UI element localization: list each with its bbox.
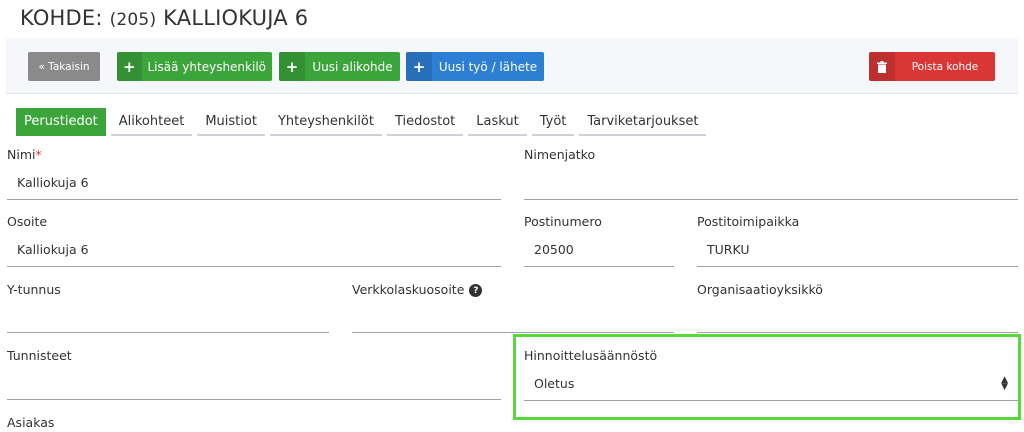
question-circle-icon[interactable]: ? (469, 284, 483, 297)
tags-label: Tunnisteet (7, 348, 72, 363)
add-contact-label: Lisää yhteyshenkilö (147, 59, 267, 74)
name-label-text: Nimi (7, 147, 36, 162)
address-input[interactable]: Kalliokuja 6 (7, 233, 501, 267)
tab-tiedostot[interactable]: Tiedostot (386, 108, 464, 136)
e-invoice-input[interactable] (352, 299, 674, 333)
name-label: Nimi* (7, 147, 42, 162)
tags-input[interactable] (7, 366, 501, 400)
new-job-button[interactable]: + Uusi työ / lähete (406, 52, 544, 81)
org-unit-label: Organisaatioyksikkö (697, 282, 823, 297)
delete-target-label: Poista kohde (911, 60, 979, 73)
delete-target-button[interactable]: Poista kohde (869, 52, 995, 81)
pricing-rules-value: Oletus (534, 376, 575, 391)
e-invoice-label-text: Verkkolaskuosoite (352, 282, 465, 297)
required-mark: * (35, 147, 42, 162)
tab-bar: Perustiedot Alikohteet Muistiot Yhteyshe… (16, 108, 711, 136)
tab-tyot[interactable]: Työt (531, 108, 575, 136)
back-button-label: Takaisin (48, 60, 90, 73)
new-subtarget-label: Uusi alikohde (312, 59, 393, 74)
plus-icon: + (279, 52, 305, 81)
tab-yhteyshenkilot[interactable]: Yhteyshenkilöt (269, 108, 382, 136)
e-invoice-label: Verkkolaskuosoite? (352, 282, 483, 297)
address-label: Osoite (7, 214, 48, 229)
new-job-label: Uusi työ / lähete (438, 59, 538, 74)
name-input[interactable]: Kalliokuja 6 (7, 166, 501, 200)
name-ext-label: Nimenjatko (524, 147, 596, 162)
action-toolbar: « Takaisin + Lisää yhteyshenkilö + Uusi … (6, 38, 1018, 94)
double-chevron-left-icon: « (38, 60, 46, 73)
page-title: KOHDE: (205) KALLIOKUJA 6 (20, 6, 308, 30)
org-unit-input[interactable] (697, 299, 1018, 333)
title-code: (205) (109, 10, 157, 30)
tab-perustiedot[interactable]: Perustiedot (16, 108, 106, 136)
add-contact-button[interactable]: + Lisää yhteyshenkilö (117, 52, 272, 81)
plus-icon: + (406, 52, 432, 81)
pricing-rules-label: Hinnoittelusäännöstö (524, 348, 658, 363)
title-prefix: KOHDE: (20, 6, 103, 30)
sort-arrows-icon: ▲ ▼ (1001, 374, 1008, 392)
name-ext-input[interactable] (524, 166, 1018, 200)
trash-icon-svg (877, 60, 887, 73)
city-label: Postitoimipaikka (697, 214, 800, 229)
tab-tarviketarjoukset[interactable]: Tarviketarjoukset (579, 108, 707, 136)
business-id-input[interactable] (7, 299, 329, 333)
pricing-rules-select[interactable]: Oletus ▲ ▼ (524, 367, 1018, 401)
tab-laskut[interactable]: Laskut (468, 108, 527, 136)
city-input[interactable]: TURKU (697, 233, 1018, 267)
title-name: KALLIOKUJA 6 (163, 6, 309, 30)
plus-icon: + (117, 52, 142, 81)
postal-code-input[interactable]: 20500 (524, 233, 674, 267)
business-id-label: Y-tunnus (7, 282, 61, 297)
new-subtarget-button[interactable]: + Uusi alikohde (279, 52, 400, 81)
postal-code-label: Postinumero (524, 214, 602, 229)
trash-icon (869, 52, 895, 81)
tab-muistiot[interactable]: Muistiot (197, 108, 265, 136)
back-button[interactable]: « Takaisin (28, 52, 100, 81)
customer-label: Asiakas (7, 415, 55, 430)
tab-alikohteet[interactable]: Alikohteet (110, 108, 193, 136)
